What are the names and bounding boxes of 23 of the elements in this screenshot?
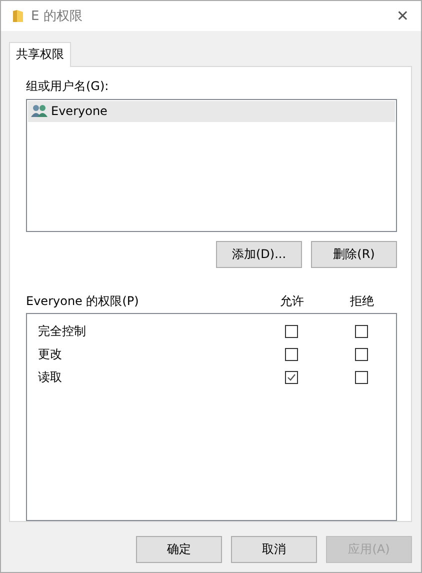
dialog-button[interactable]: 确定 <box>136 536 222 563</box>
permission-name: 完全控制 <box>38 323 87 340</box>
permission-name: 更改 <box>38 346 63 364</box>
column-header: 拒绝 <box>349 292 375 310</box>
window-title: E 的权限 <box>31 8 84 25</box>
checkbox[interactable] <box>354 371 368 384</box>
group-list-item[interactable]: Everyone <box>28 100 395 122</box>
users-icon <box>31 104 48 118</box>
permissions-label: Everyone 的权限(P) <box>26 292 140 310</box>
dialog-button[interactable]: 取消 <box>231 536 317 563</box>
tab[interactable]: 共享权限 <box>9 42 71 67</box>
checkbox[interactable] <box>284 371 298 384</box>
folder-icon <box>12 9 24 23</box>
group-action-button[interactable]: 添加(D)... <box>216 240 302 268</box>
checkbox[interactable] <box>354 325 368 338</box>
checkbox[interactable] <box>354 348 368 362</box>
permission-name: 读取 <box>38 369 63 386</box>
checkbox[interactable] <box>284 325 298 338</box>
group-action-button[interactable]: 删除(R) <box>311 240 397 268</box>
column-header: 允许 <box>279 292 305 310</box>
checkbox[interactable] <box>284 348 298 362</box>
group-list-label: 组或用户名(G): <box>26 78 110 95</box>
close-button[interactable]: ✕ <box>392 7 413 25</box>
